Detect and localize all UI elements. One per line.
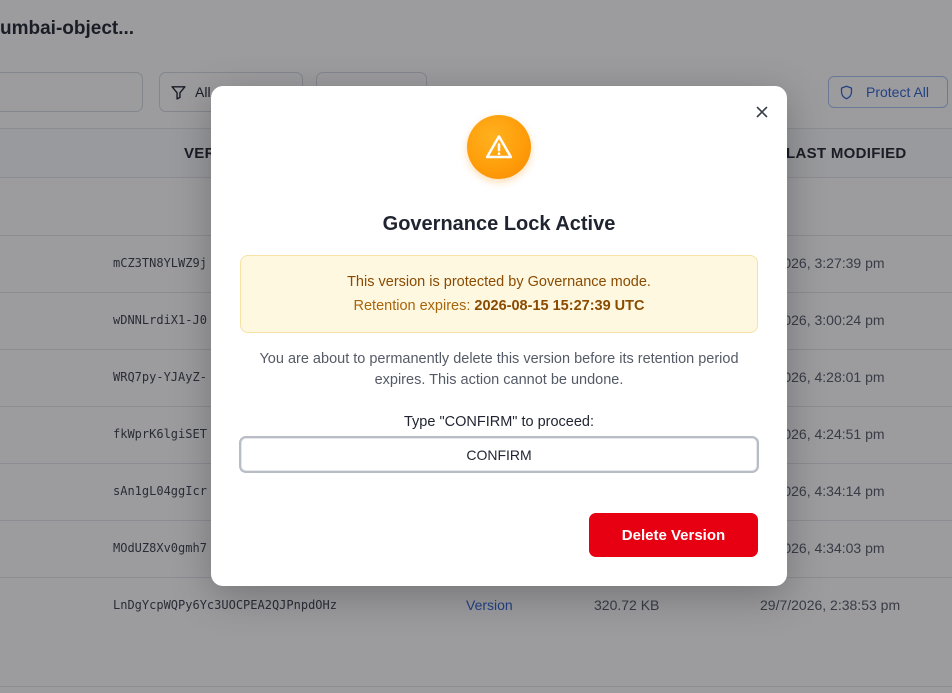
governance-notice: This version is protected by Governance …	[240, 255, 758, 333]
retention-line: Retention expires: 2026-08-15 15:27:39 U…	[241, 298, 757, 314]
delete-version-button[interactable]: Delete Version	[589, 513, 758, 557]
confirm-label: Type "CONFIRM" to proceed:	[404, 414, 594, 430]
dialog-title: Governance Lock Active	[382, 213, 616, 235]
warning-icon	[485, 135, 513, 159]
confirm-input[interactable]	[239, 436, 759, 473]
close-icon	[756, 106, 768, 118]
notice-message: This version is protected by Governance …	[347, 274, 651, 290]
dialog-description: You are about to permanently delete this…	[259, 351, 739, 388]
retention-label: Retention expires:	[353, 298, 471, 314]
governance-lock-dialog: Governance Lock Active This version is p…	[211, 86, 787, 586]
retention-value: 2026-08-15 15:27:39 UTC	[474, 298, 645, 314]
warning-badge	[467, 115, 531, 179]
close-button[interactable]	[752, 102, 772, 122]
